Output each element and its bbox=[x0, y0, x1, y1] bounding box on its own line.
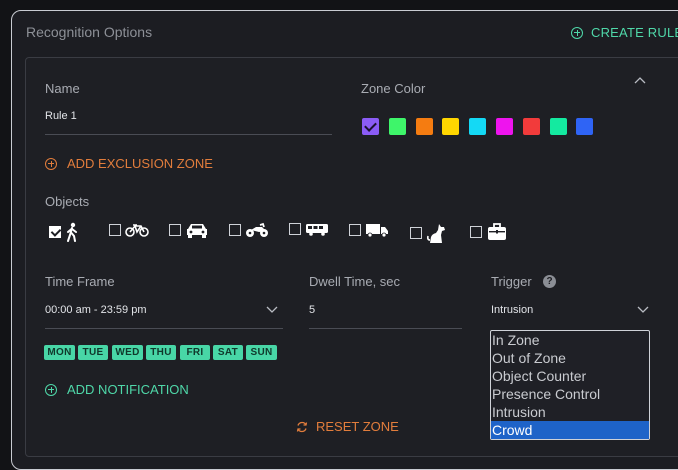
zone-color-label: Zone Color bbox=[361, 81, 426, 96]
create-rule-label: CREATE RULE bbox=[591, 25, 678, 40]
object-person[interactable] bbox=[49, 222, 79, 242]
day-mon[interactable]: MON bbox=[44, 345, 75, 360]
trigger-select[interactable]: Intrusion bbox=[491, 304, 533, 316]
bag-checkbox[interactable] bbox=[470, 226, 482, 238]
object-bicycle[interactable] bbox=[109, 222, 149, 238]
name-underline bbox=[45, 134, 332, 135]
zone-color-swatch[interactable] bbox=[415, 118, 433, 135]
car-checkbox[interactable] bbox=[169, 224, 181, 236]
trigger-dropdown-list: In Zone Out of Zone Object Counter Prese… bbox=[490, 330, 650, 440]
objects-label: Objects bbox=[45, 194, 90, 209]
create-rule-button[interactable]: CREATE RULE bbox=[571, 25, 678, 40]
dwell-time-underline bbox=[309, 328, 462, 329]
add-notification-label: ADD NOTIFICATION bbox=[67, 382, 189, 397]
bag-icon bbox=[488, 223, 506, 240]
add-circle-icon bbox=[45, 383, 57, 396]
trigger-option-out-of-zone[interactable]: Out of Zone bbox=[491, 349, 649, 367]
trigger-label: Trigger bbox=[491, 274, 532, 289]
chevron-down-icon[interactable] bbox=[637, 306, 649, 314]
object-bus[interactable] bbox=[289, 222, 329, 236]
bus-checkbox[interactable] bbox=[289, 223, 301, 235]
object-truck[interactable] bbox=[349, 222, 389, 238]
day-sat[interactable]: SAT bbox=[213, 345, 243, 360]
zone-color-swatch[interactable] bbox=[469, 118, 487, 135]
add-exclusion-zone-button[interactable]: ADD EXCLUSION ZONE bbox=[45, 156, 213, 171]
zone-color-swatch[interactable] bbox=[362, 118, 379, 135]
trigger-option-intrusion[interactable]: Intrusion bbox=[491, 403, 649, 421]
reset-zone-label: RESET ZONE bbox=[316, 419, 399, 434]
zone-color-swatch[interactable] bbox=[576, 118, 594, 135]
motorcycle-icon bbox=[246, 222, 268, 237]
refresh-icon bbox=[296, 421, 308, 432]
add-notification-button[interactable]: ADD NOTIFICATION bbox=[45, 382, 189, 397]
person-checkbox[interactable] bbox=[49, 226, 61, 238]
object-motorcycle[interactable] bbox=[229, 222, 269, 238]
truck-icon bbox=[366, 224, 388, 238]
zone-color-swatch[interactable] bbox=[442, 118, 460, 135]
bus-icon bbox=[306, 224, 328, 236]
trigger-option-in-zone[interactable]: In Zone bbox=[491, 331, 649, 349]
chevron-up-icon[interactable] bbox=[634, 76, 646, 84]
trigger-option-object-counter[interactable]: Object Counter bbox=[491, 367, 649, 385]
zone-color-swatch[interactable] bbox=[388, 118, 406, 135]
zone-color-swatch[interactable] bbox=[522, 118, 540, 135]
name-input[interactable]: Rule 1 bbox=[45, 110, 77, 122]
help-icon[interactable]: ? bbox=[543, 275, 556, 288]
dwell-time-input[interactable]: 5 bbox=[309, 304, 315, 316]
dog-icon bbox=[426, 224, 445, 243]
day-tue[interactable]: TUE bbox=[78, 345, 108, 360]
bicycle-checkbox[interactable] bbox=[109, 224, 121, 236]
time-frame-label: Time Frame bbox=[45, 274, 115, 289]
dwell-time-label: Dwell Time, sec bbox=[309, 274, 401, 289]
zone-color-swatch[interactable] bbox=[549, 118, 567, 135]
time-frame-select[interactable]: 00:00 am - 23:59 pm bbox=[45, 304, 147, 316]
reset-zone-button[interactable]: RESET ZONE bbox=[296, 419, 399, 434]
add-circle-icon bbox=[45, 157, 57, 170]
day-thu[interactable]: THU bbox=[146, 345, 176, 360]
trigger-option-presence-control[interactable]: Presence Control bbox=[491, 385, 649, 403]
object-car[interactable] bbox=[169, 222, 209, 238]
day-fri[interactable]: FRI bbox=[180, 345, 210, 360]
trigger-option-crowd[interactable]: Crowd bbox=[491, 421, 649, 439]
truck-checkbox[interactable] bbox=[349, 224, 361, 236]
add-circle-icon bbox=[571, 26, 583, 39]
chevron-down-icon[interactable] bbox=[266, 306, 278, 314]
bicycle-icon bbox=[125, 224, 149, 237]
person-icon bbox=[67, 222, 77, 242]
object-dog[interactable] bbox=[410, 222, 448, 244]
motorcycle-checkbox[interactable] bbox=[229, 224, 241, 236]
panel-title: Recognition Options bbox=[26, 24, 153, 40]
car-icon bbox=[187, 224, 207, 238]
name-label: Name bbox=[45, 81, 80, 96]
zone-color-swatch[interactable] bbox=[496, 118, 513, 135]
add-exclusion-zone-label: ADD EXCLUSION ZONE bbox=[67, 156, 213, 171]
day-sun[interactable]: SUN bbox=[246, 345, 277, 360]
time-frame-underline bbox=[45, 328, 283, 329]
object-bag[interactable] bbox=[470, 222, 508, 242]
day-wed[interactable]: WED bbox=[112, 345, 143, 360]
dog-checkbox[interactable] bbox=[410, 227, 422, 239]
